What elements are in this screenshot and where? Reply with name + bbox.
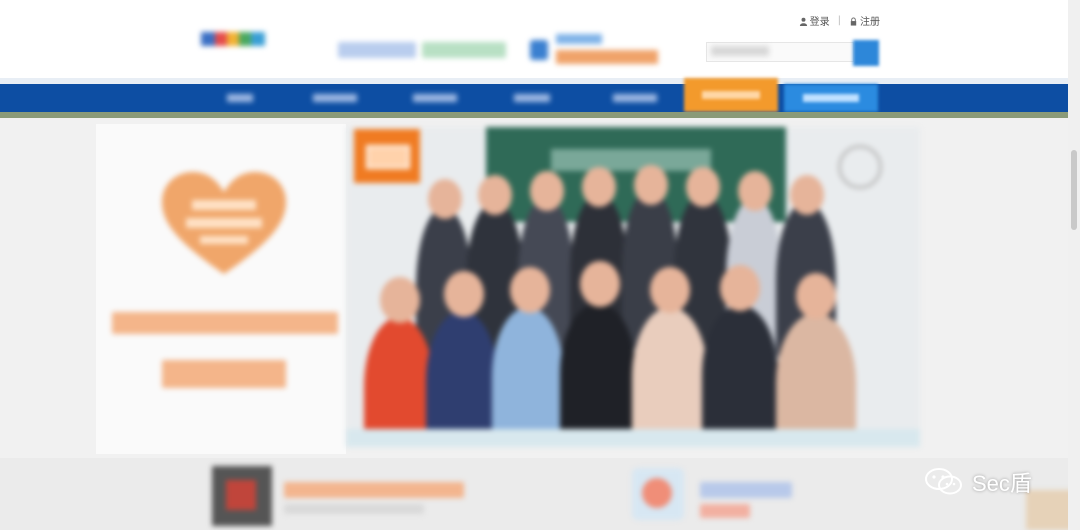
user-icon xyxy=(799,17,807,26)
bottom-text-3 xyxy=(700,482,792,498)
service-thumbnail[interactable] xyxy=(632,468,684,520)
scrollbar[interactable] xyxy=(1068,0,1080,530)
hotline-label xyxy=(556,34,602,44)
lock-icon xyxy=(850,17,857,26)
watermark: Sec盾 xyxy=(924,466,1032,498)
login-label: 登录 xyxy=(809,17,830,28)
watermark-text: Sec盾 xyxy=(972,471,1032,496)
qr-thumbnail[interactable] xyxy=(212,466,272,526)
nav-item-4[interactable] xyxy=(492,84,572,112)
phone-icon xyxy=(530,40,548,60)
slogan-2 xyxy=(422,42,506,58)
login-link[interactable]: 登录 xyxy=(799,13,830,28)
nav-item-1[interactable] xyxy=(210,84,270,112)
banner-photo[interactable] xyxy=(346,127,920,447)
orange-badge xyxy=(354,129,420,183)
heart-graphic xyxy=(160,170,288,280)
search-input[interactable] xyxy=(706,42,854,62)
nav-item-3[interactable] xyxy=(392,84,478,112)
promo-text-1 xyxy=(112,312,338,334)
wechat-icon xyxy=(925,468,962,495)
hotline-number xyxy=(556,50,658,64)
auth-links: 登录 | 注册 xyxy=(799,13,880,28)
register-link[interactable]: 注册 xyxy=(849,13,880,28)
bottom-text-4 xyxy=(700,504,750,518)
register-label: 注册 xyxy=(860,17,880,28)
main-nav xyxy=(0,78,1080,112)
nav-item-2[interactable] xyxy=(292,84,378,112)
bottom-text-2 xyxy=(284,504,424,514)
bottom-strip xyxy=(0,458,1080,530)
auth-separator: | xyxy=(837,15,841,26)
promo-text-2 xyxy=(162,360,286,388)
nav-item-5[interactable] xyxy=(592,84,678,112)
search-button[interactable] xyxy=(853,40,879,66)
slogan-1 xyxy=(338,42,416,58)
site-logo[interactable] xyxy=(195,18,273,60)
bottom-text-1 xyxy=(284,482,464,498)
nav-item-7[interactable] xyxy=(784,84,878,112)
nav-item-6[interactable] xyxy=(684,78,778,112)
seal-icon xyxy=(838,145,882,189)
site-header: 登录 | 注册 xyxy=(0,0,1080,78)
